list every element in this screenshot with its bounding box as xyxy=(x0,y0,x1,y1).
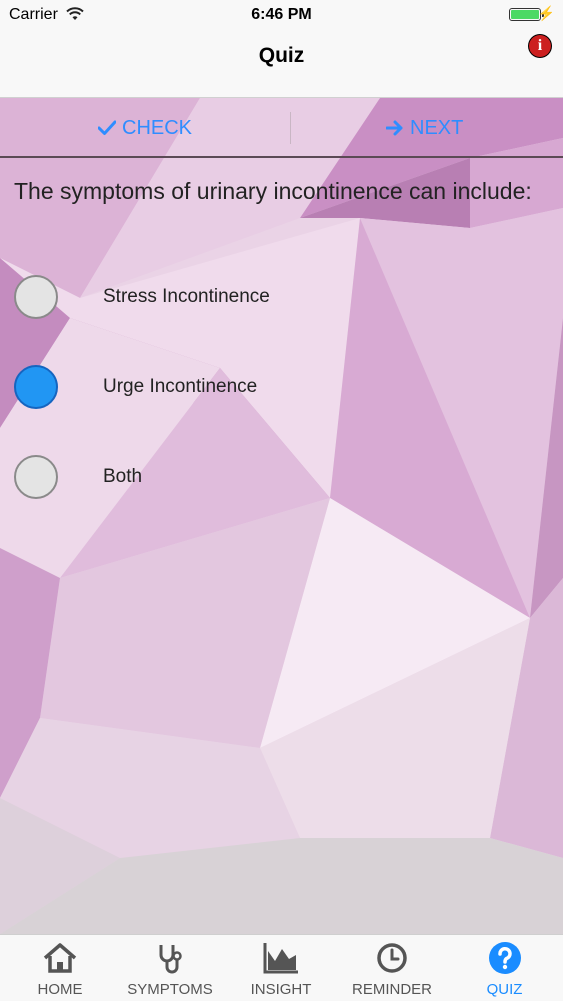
radio-button[interactable] xyxy=(14,455,58,499)
info-icon[interactable]: i xyxy=(529,35,551,57)
tab-label: INSIGHT xyxy=(250,981,312,998)
question-icon xyxy=(488,942,521,974)
question-text: The symptoms of urinary incontinence can… xyxy=(14,178,532,204)
tab-label: SYMPTOMS xyxy=(127,981,213,998)
clock-time: 6:46 PM xyxy=(251,6,312,23)
option-label: Both xyxy=(103,466,143,487)
option-label: Urge Incontinence xyxy=(103,376,258,397)
radio-button-selected[interactable] xyxy=(14,365,58,409)
next-button[interactable]: NEXT xyxy=(386,108,463,148)
clock-icon xyxy=(377,943,407,973)
navigation-bar: Quiz i xyxy=(0,30,563,98)
check-button[interactable]: CHECK xyxy=(98,108,192,148)
checkmark-icon xyxy=(98,120,116,135)
charging-icon: ⚡ xyxy=(537,5,555,21)
check-label: CHECK xyxy=(122,117,193,139)
status-bar: Carrier 6:46 PM ⚡ xyxy=(0,0,563,30)
tab-quiz[interactable]: QUIZ xyxy=(446,935,563,1001)
stethoscope-icon xyxy=(159,945,182,974)
tab-label: HOME xyxy=(37,981,83,998)
answer-option-both[interactable]: Both xyxy=(12,455,532,503)
quiz-content: CHECK NEXT The symptoms of urinary incon… xyxy=(0,98,563,934)
tab-symptoms[interactable]: SYMPTOMS xyxy=(112,935,228,1001)
tab-insight[interactable]: INSIGHT xyxy=(226,935,336,1001)
action-divider xyxy=(290,112,291,144)
answer-option-urge[interactable]: Urge Incontinence xyxy=(12,365,532,413)
tab-reminder[interactable]: REMINDER xyxy=(338,935,446,1001)
action-bar: CHECK NEXT xyxy=(0,98,563,158)
polygon-background xyxy=(0,98,563,934)
tab-bar: HOME SYMPTOMS INSIGHT REMINDER QUIZ xyxy=(0,934,563,1000)
next-label: NEXT xyxy=(410,117,464,139)
tab-label: REMINDER xyxy=(351,981,432,998)
arrow-right-icon xyxy=(386,120,403,136)
area-chart-icon xyxy=(263,943,298,974)
page-title: Quiz xyxy=(258,44,305,67)
tab-label: QUIZ xyxy=(486,981,523,998)
tab-home[interactable]: HOME xyxy=(0,935,120,1001)
home-icon xyxy=(43,943,77,973)
option-label: Stress Incontinence xyxy=(103,286,270,307)
radio-button[interactable] xyxy=(14,275,58,319)
answer-option-stress[interactable]: Stress Incontinence xyxy=(12,275,532,323)
battery-icon xyxy=(509,8,541,21)
